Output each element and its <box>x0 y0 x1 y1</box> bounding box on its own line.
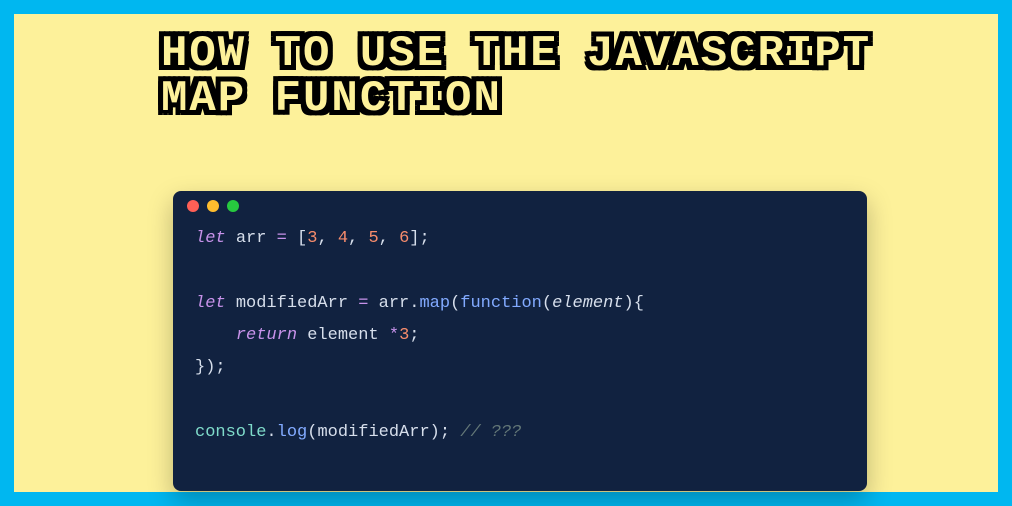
code-token: console <box>195 423 266 442</box>
code-token: , <box>317 229 337 248</box>
code-token: // ??? <box>460 423 521 442</box>
code-blank <box>195 261 205 280</box>
code-block: let arr = [3, 4, 5, 6]; let modifiedArr … <box>173 221 867 471</box>
code-token: ); <box>430 423 450 442</box>
code-token: , <box>379 229 399 248</box>
code-token: element <box>307 326 378 345</box>
code-token: { <box>634 294 644 313</box>
code-token <box>195 326 236 345</box>
panel: HOW TO USE THE JAVASCRIPT MAP FUNCTION l… <box>14 14 998 492</box>
code-token: function <box>460 294 542 313</box>
code-token: * <box>389 326 399 345</box>
code-token: let <box>195 229 226 248</box>
code-token: ) <box>624 294 634 313</box>
code-token: return <box>236 326 297 345</box>
code-token: ]; <box>409 229 429 248</box>
code-token: element <box>552 294 623 313</box>
traffic-minimize-icon <box>207 200 219 212</box>
code-token: . <box>266 423 276 442</box>
traffic-zoom-icon <box>227 200 239 212</box>
code-token: modifiedArr <box>317 423 429 442</box>
code-token: = <box>348 294 379 313</box>
code-token: ( <box>307 423 317 442</box>
code-token: [ <box>297 229 307 248</box>
code-token: 3 <box>399 326 409 345</box>
code-token: arr <box>379 294 410 313</box>
code-token <box>297 326 307 345</box>
page-title: HOW TO USE THE JAVASCRIPT MAP FUNCTION <box>161 32 881 122</box>
code-token: 6 <box>399 229 409 248</box>
code-blank <box>195 390 205 409</box>
code-token: map <box>419 294 450 313</box>
code-token: . <box>409 294 419 313</box>
code-token <box>450 423 460 442</box>
code-editor: let arr = [3, 4, 5, 6]; let modifiedArr … <box>173 191 867 491</box>
code-token: = <box>266 229 297 248</box>
code-token: 3 <box>307 229 317 248</box>
code-token: log <box>277 423 308 442</box>
code-token: }); <box>195 358 226 377</box>
code-token: arr <box>236 229 267 248</box>
code-token: ( <box>542 294 552 313</box>
code-token: 5 <box>368 229 378 248</box>
code-token: ( <box>450 294 460 313</box>
code-token: modifiedArr <box>236 294 348 313</box>
code-token: ; <box>409 326 419 345</box>
code-token <box>379 326 389 345</box>
code-token: 4 <box>338 229 348 248</box>
editor-titlebar <box>173 191 867 221</box>
code-token: , <box>348 229 368 248</box>
traffic-close-icon <box>187 200 199 212</box>
code-token: let <box>195 294 226 313</box>
